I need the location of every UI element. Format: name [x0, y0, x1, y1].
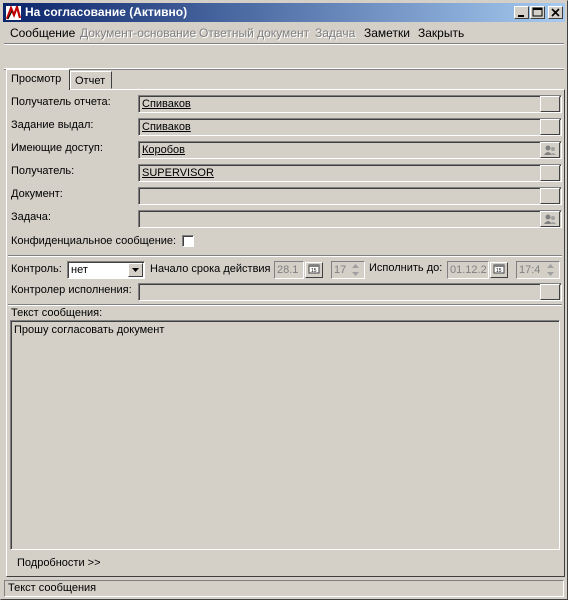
message-text-area[interactable]: Прошу согласовать документ — [10, 320, 560, 550]
svg-text:15: 15 — [311, 268, 317, 274]
spinner-icon[interactable] — [349, 262, 363, 278]
due-label: Исполнить до: — [369, 262, 443, 274]
details-button[interactable]: Подробности >> — [17, 557, 101, 569]
tab-view-label: Просмотр — [11, 73, 62, 85]
access-field[interactable]: Коробов — [138, 141, 562, 159]
task-issued-label: Задание выдал: — [11, 119, 94, 131]
control-value: нет — [71, 264, 88, 276]
menu-item-close[interactable]: Закрыть — [418, 26, 464, 40]
window-title: На согласование (Активно) — [25, 5, 188, 19]
divider — [8, 304, 562, 306]
users-icon — [544, 145, 556, 155]
controller-field[interactable] — [138, 283, 562, 301]
recipient-label: Получатель: — [11, 165, 75, 177]
toolbar — [4, 43, 564, 69]
control-dropdown-button[interactable] — [128, 263, 143, 277]
access-label: Имеющие доступ: — [11, 142, 103, 154]
document-field[interactable] — [138, 187, 562, 205]
report-recipient-value: Спиваков — [142, 98, 191, 110]
due-hour-field[interactable]: 17:4 — [516, 261, 560, 279]
minimize-button[interactable] — [514, 6, 529, 19]
due-hour-value: 17:4 — [519, 264, 541, 276]
task-label: Задача: — [11, 211, 51, 223]
start-label: Начало срока действия — [150, 263, 271, 275]
report-recipient-select-button[interactable] — [540, 96, 560, 112]
due-date-value: 01.12.2 — [450, 264, 487, 276]
divider — [8, 255, 562, 257]
svg-text:15: 15 — [496, 268, 502, 274]
chevron-down-icon — [132, 268, 139, 272]
controller-label: Контролер исполнения: — [11, 284, 132, 296]
dialog-window: На согласование (Активно) Сообщение Доку… — [0, 0, 568, 600]
spinner-icon[interactable] — [544, 262, 558, 278]
start-date-value: 28.1 — [277, 264, 299, 276]
menu-bar: Сообщение Документ-основание Ответный до… — [5, 24, 565, 42]
document-select-button[interactable] — [540, 188, 560, 204]
start-hour-field[interactable]: 17 — [331, 261, 365, 279]
maximize-icon — [532, 7, 543, 17]
title-bar[interactable]: На согласование (Активно) — [3, 3, 565, 22]
report-recipient-field[interactable]: Спиваков — [138, 95, 562, 113]
tab-view[interactable]: Просмотр — [6, 69, 70, 90]
menu-item-base-document[interactable]: Документ-основание — [80, 26, 196, 40]
maximize-button[interactable] — [530, 6, 545, 19]
status-bar: Текст сообщения — [4, 580, 564, 597]
task-issued-select-button[interactable] — [540, 119, 560, 135]
document-label: Документ: — [11, 188, 63, 200]
app-logo-icon — [6, 6, 21, 20]
confidential-label: Конфиденциальное сообщение: — [11, 235, 177, 247]
tab-report-label: Отчет — [75, 75, 106, 87]
due-date-field[interactable]: 01.12.2 — [447, 261, 489, 279]
close-icon — [551, 8, 560, 17]
report-recipient-label: Получатель отчета: — [11, 96, 111, 108]
confidential-checkbox[interactable] — [182, 235, 194, 247]
message-text-value: Прошу согласовать документ — [14, 324, 165, 336]
task-issued-value: Спиваков — [142, 121, 191, 133]
menu-item-reply-document[interactable]: Ответный документ — [199, 26, 309, 40]
control-label: Контроль: — [11, 263, 62, 275]
control-select[interactable]: нет — [67, 261, 145, 279]
menu-item-notes[interactable]: Заметки — [364, 26, 410, 40]
menu-item-message[interactable]: Сообщение — [10, 26, 75, 40]
access-users-button[interactable] — [540, 142, 560, 158]
start-date-field[interactable]: 28.1 — [274, 261, 304, 279]
calendar-icon: 15 — [308, 264, 320, 274]
users-icon — [544, 214, 556, 224]
recipient-field[interactable]: SUPERVISOR — [138, 164, 562, 182]
status-text: Текст сообщения — [8, 582, 97, 594]
access-value: Коробов — [142, 144, 186, 156]
task-field[interactable] — [138, 210, 562, 228]
recipient-value: SUPERVISOR — [142, 167, 214, 179]
controller-select-button[interactable] — [540, 284, 560, 300]
start-hour-value: 17 — [334, 264, 347, 276]
menu-item-task[interactable]: Задача — [315, 26, 355, 40]
due-date-calendar-button[interactable]: 15 — [490, 262, 508, 278]
start-date-calendar-button[interactable]: 15 — [305, 262, 323, 278]
recipient-select-button[interactable] — [540, 165, 560, 181]
minimize-icon — [518, 15, 524, 17]
tab-report[interactable]: Отчет — [70, 71, 112, 89]
task-issued-field[interactable]: Спиваков — [138, 118, 562, 136]
message-text-label: Текст сообщения: — [11, 307, 103, 319]
task-users-button[interactable] — [540, 211, 560, 227]
close-button[interactable] — [548, 6, 563, 19]
calendar-icon: 15 — [493, 264, 505, 274]
